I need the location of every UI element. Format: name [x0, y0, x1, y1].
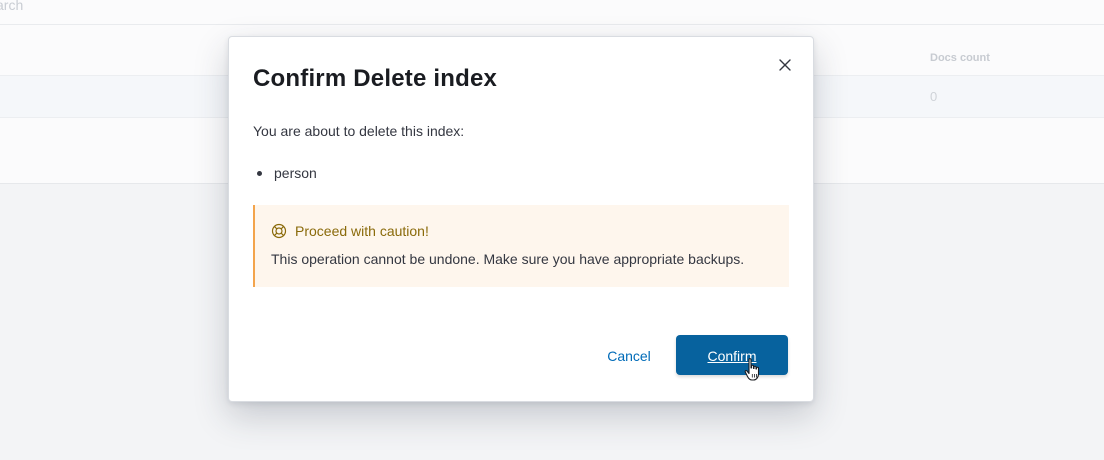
index-name: person — [274, 165, 317, 181]
callout-header: Proceed with caution! — [271, 223, 429, 239]
modal-intro-text: You are about to delete this index: — [253, 123, 465, 139]
confirm-button[interactable]: Confirm — [676, 335, 788, 375]
modal-title: Confirm Delete index — [253, 65, 498, 92]
callout-title: Proceed with caution! — [295, 223, 429, 239]
help-icon — [271, 223, 287, 239]
index-list: person — [253, 163, 317, 183]
close-icon — [779, 59, 791, 71]
background-search-placeholder: arch — [0, 0, 24, 13]
confirm-delete-modal: Confirm Delete index You are about to de… — [228, 36, 814, 402]
background-search-bar: arch — [0, 0, 1104, 25]
close-button[interactable] — [775, 55, 795, 75]
warning-callout: Proceed with caution! This operation can… — [253, 205, 789, 287]
cancel-button[interactable]: Cancel — [595, 335, 663, 375]
bullet-icon — [257, 171, 262, 176]
hand-pointer-icon — [744, 358, 760, 381]
docs-count-column-header: Docs count — [930, 52, 990, 64]
docs-count-cell: 0 — [930, 89, 938, 104]
callout-body: This operation cannot be undone. Make su… — [271, 251, 745, 267]
index-list-item: person — [253, 163, 317, 183]
